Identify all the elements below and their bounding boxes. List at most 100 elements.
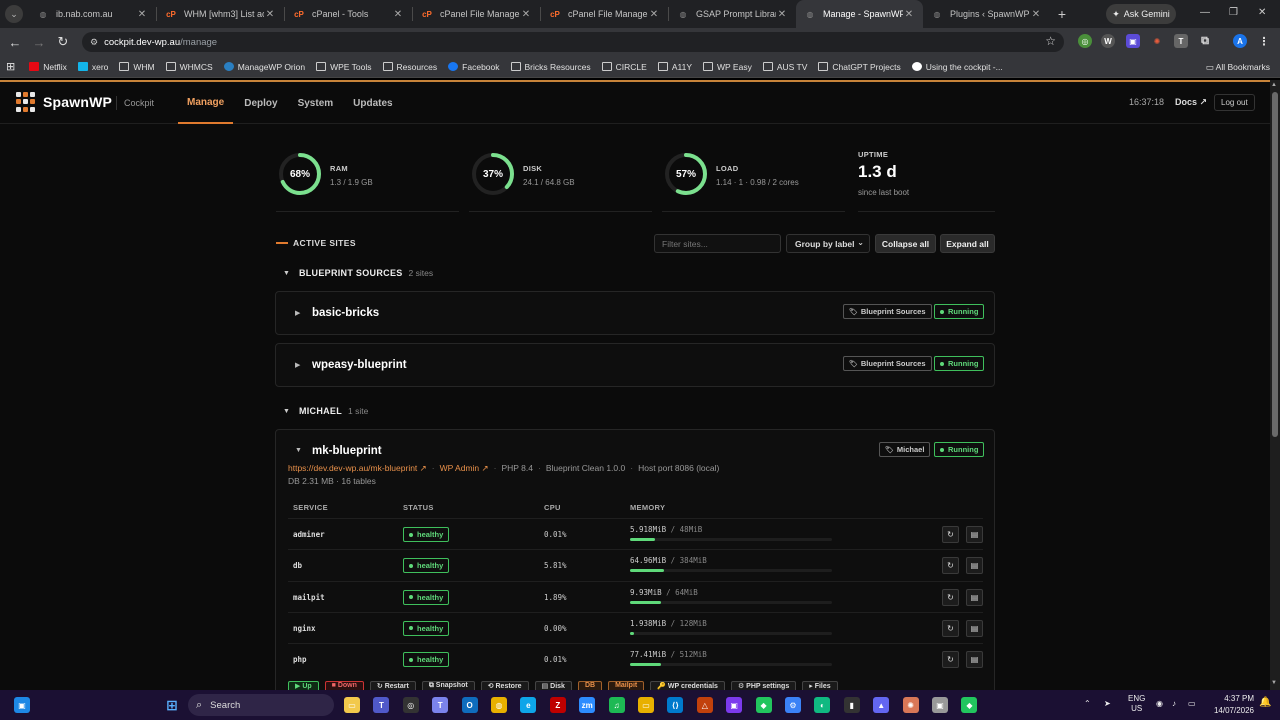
minimize-icon[interactable]: — (1200, 7, 1210, 18)
action-button[interactable]: Mailpit (608, 681, 645, 690)
notifications-icon[interactable]: 🔔 (1259, 697, 1271, 708)
browser-tab[interactable]: ◍ ib.nab.com.au ✕ (29, 0, 156, 28)
group-by-select[interactable]: Group by label ⌄ (786, 234, 870, 253)
restart-service-icon[interactable]: ↻ (942, 588, 959, 606)
action-button[interactable]: ⟲ Restore (480, 681, 529, 690)
action-button[interactable]: ▤ Disk (534, 681, 572, 690)
tab-close-icon[interactable]: ✕ (1030, 9, 1042, 20)
maximize-icon[interactable]: ❐ (1229, 7, 1238, 18)
outlook-icon[interactable]: O (461, 697, 478, 713)
bookmark-item[interactable]: CIRCLE (601, 62, 647, 72)
app-icon[interactable]: ◐ (814, 697, 831, 713)
address-bar[interactable]: ⚙ cockpit.dev-wp.au/manage ☆ (82, 32, 1064, 52)
extension-icon[interactable]: ◎ (1078, 34, 1092, 48)
nav-deploy[interactable]: Deploy (235, 82, 286, 124)
app-icon[interactable]: ▣ (726, 697, 743, 713)
taskbar-search[interactable]: ⌕ Search (188, 694, 334, 716)
logs-service-icon[interactable]: ▤ (966, 651, 983, 669)
logs-service-icon[interactable]: ▤ (966, 619, 983, 637)
logout-button[interactable]: Log out (1214, 94, 1255, 111)
bookmark-item[interactable]: AUS TV (762, 62, 807, 72)
action-button[interactable]: DB (577, 681, 603, 690)
ask-gemini-button[interactable]: ✦ Ask Gemini (1106, 4, 1176, 24)
nav-manage[interactable]: Manage (178, 82, 234, 124)
action-button[interactable]: ⧉ Snapshot (421, 681, 475, 690)
tab-close-icon[interactable]: ✕ (648, 9, 660, 20)
browser-tab[interactable]: cP cPanel File Manager v✕ (413, 0, 540, 28)
wp-admin-link[interactable]: WP Admin ↗ (440, 463, 489, 473)
extension-icon[interactable]: T (1174, 34, 1188, 48)
logs-service-icon[interactable]: ▤ (966, 526, 983, 543)
vscode-icon[interactable]: ⟨⟩ (667, 697, 684, 713)
app-icon[interactable]: ▲ (873, 697, 890, 713)
extensions-puzzle-icon[interactable]: ⧉ (1198, 34, 1212, 48)
logs-service-icon[interactable]: ▤ (966, 557, 983, 575)
teams-icon[interactable]: T (373, 697, 390, 713)
site-url-link[interactable]: https://dev.dev-wp.au/mk-blueprint ↗ (288, 463, 427, 473)
bookmark-item[interactable]: A11Y (657, 62, 692, 72)
bookmark-item[interactable]: WPE Tools (316, 62, 372, 72)
nav-updates[interactable]: Updates (344, 82, 401, 124)
terminal-icon[interactable]: ▮ (843, 697, 860, 713)
filezilla-icon[interactable]: Z (549, 697, 566, 713)
browser-tab[interactable]: cP WHM [whm3] List acc ✕ (157, 0, 284, 28)
restart-service-icon[interactable]: ↻ (942, 526, 959, 543)
bookmark-item[interactable]: xero (77, 62, 108, 72)
bookmark-item[interactable]: ChatGPT Projects (818, 62, 901, 72)
tab-close-icon[interactable]: ✕ (903, 9, 915, 20)
nav-system[interactable]: System (289, 82, 343, 124)
action-button[interactable]: ■ Down (324, 681, 364, 690)
extension-icon[interactable]: ✺ (1150, 34, 1164, 48)
restart-service-icon[interactable]: ↻ (942, 619, 959, 637)
bookmark-item[interactable]: WHM (119, 62, 155, 72)
collapse-all-button[interactable]: Collapse all (875, 234, 936, 253)
folder-icon[interactable]: ▭ (638, 697, 654, 713)
all-bookmarks[interactable]: ▭ All Bookmarks (1206, 62, 1270, 73)
claude-icon[interactable]: ✺ (902, 697, 919, 713)
tab-search-icon[interactable]: ⌄ (5, 5, 23, 23)
tray-chevron-icon[interactable]: ⌃ (1084, 699, 1091, 708)
profile-avatar[interactable]: A (1233, 34, 1247, 48)
caret-right-icon[interactable]: ▶ (295, 361, 300, 369)
bookmark-item[interactable]: Using the cockpit -... (911, 62, 1003, 72)
action-button[interactable]: 🔑 WP credentials (650, 681, 725, 690)
teams-icon[interactable]: T (432, 697, 449, 713)
wordpress-extension-icon[interactable]: W (1101, 34, 1115, 48)
restart-service-icon[interactable]: ↻ (942, 651, 959, 669)
action-button[interactable]: ↻ Restart (369, 681, 416, 690)
settings-icon[interactable]: ⚙ (785, 697, 801, 713)
group-header-michael[interactable]: ▼ MICHAEL 1 site (283, 406, 368, 416)
browser-menu-icon[interactable]: ⋮ (1257, 34, 1271, 48)
site-card-basic-bricks[interactable]: ▶ basic-bricks 🏷 Blueprint Sources Runnin… (275, 291, 995, 335)
brand-name[interactable]: SpawnWP (43, 94, 112, 110)
filter-sites-input[interactable] (654, 234, 781, 253)
wifi-icon[interactable]: ◉ (1156, 699, 1163, 708)
browser-tab[interactable]: cP cPanel File Manager v✕ (541, 0, 668, 28)
zoom-icon[interactable]: zm (579, 697, 596, 713)
scroll-up-icon[interactable]: ▲ (1271, 82, 1277, 88)
reload-icon[interactable]: ↻ (51, 34, 75, 50)
tab-close-icon[interactable]: ✕ (264, 9, 276, 20)
taskbar-clock[interactable]: 4:37 PM 14/07/2026 (1206, 693, 1254, 717)
send-icon[interactable]: ➤ (1104, 699, 1111, 708)
group-header-blueprint-sources[interactable]: ▼ BLUEPRINT SOURCES 2 sites (283, 268, 433, 278)
bookmark-item[interactable]: Bricks Resources (510, 62, 591, 72)
file-explorer-icon[interactable]: ▭ (344, 697, 360, 713)
outlook-icon[interactable]: ▣ (14, 697, 30, 713)
close-window-icon[interactable]: ✕ (1258, 7, 1266, 18)
back-icon[interactable]: ← (3, 35, 27, 50)
spotify-icon[interactable]: ♫ (608, 697, 625, 713)
tab-close-icon[interactable]: ✕ (136, 9, 148, 20)
browser-tab[interactable]: cP cPanel - Tools ✕ (285, 0, 412, 28)
action-button[interactable]: ▶ Up (288, 681, 319, 690)
browser-tab[interactable]: ◍ GSAP Prompt Library ✕ (669, 0, 796, 28)
expand-all-button[interactable]: Expand all (940, 234, 995, 253)
tab-close-icon[interactable]: ✕ (776, 9, 788, 20)
logs-service-icon[interactable]: ▤ (966, 588, 983, 606)
tab-close-icon[interactable]: ✕ (520, 9, 532, 20)
volume-icon[interactable]: ♪ (1172, 699, 1176, 708)
caret-right-icon[interactable]: ▶ (295, 309, 300, 317)
action-button[interactable]: ▸ Files (802, 681, 838, 690)
action-button[interactable]: ⚙ PHP settings (730, 681, 797, 690)
bookmark-item[interactable]: Resources (382, 62, 437, 72)
